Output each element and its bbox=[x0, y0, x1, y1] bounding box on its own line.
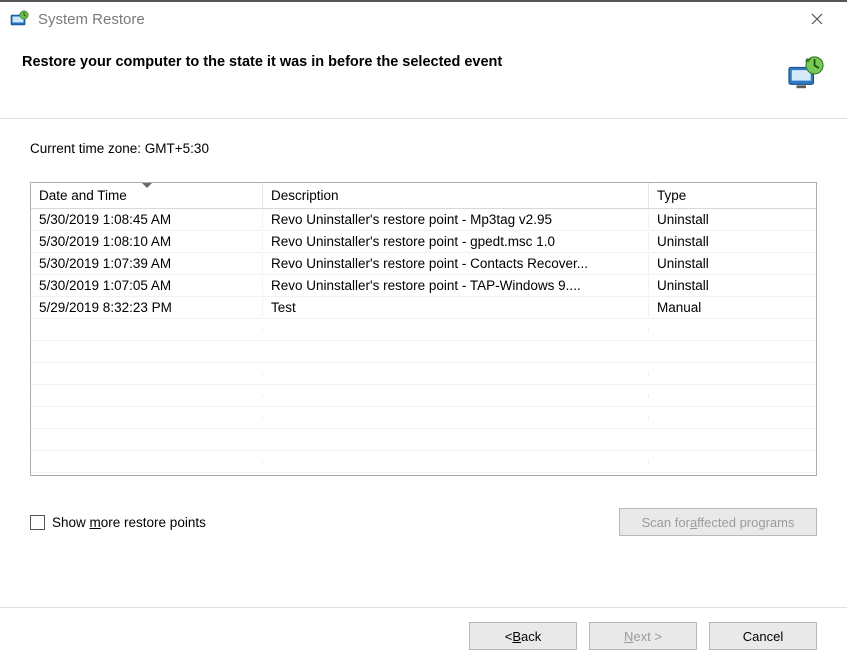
cell-description: Test bbox=[263, 298, 649, 317]
checkbox-box[interactable] bbox=[30, 515, 45, 530]
table-row-empty bbox=[31, 407, 816, 429]
cell-type: Uninstall bbox=[649, 232, 816, 251]
cell-type: Uninstall bbox=[649, 210, 816, 229]
cell-description: Revo Uninstaller's restore point - TAP-W… bbox=[263, 276, 649, 295]
table-row-empty bbox=[31, 451, 816, 473]
table-row[interactable]: 5/30/2019 1:08:45 AMRevo Uninstaller's r… bbox=[31, 209, 816, 231]
table-row-empty bbox=[31, 363, 816, 385]
below-table-row: Show more restore points Scan for affect… bbox=[30, 508, 817, 536]
table-row[interactable]: 5/30/2019 1:07:05 AMRevo Uninstaller's r… bbox=[31, 275, 816, 297]
header-area: Restore your computer to the state it wa… bbox=[0, 36, 847, 118]
page-heading: Restore your computer to the state it wa… bbox=[22, 54, 502, 70]
show-more-checkbox[interactable]: Show more restore points bbox=[30, 515, 206, 530]
timezone-label: Current time zone: GMT+5:30 bbox=[30, 141, 817, 156]
cell-date: 5/30/2019 1:07:05 AM bbox=[31, 276, 263, 295]
column-header-description[interactable]: Description bbox=[263, 183, 649, 208]
table-header-row: Date and Time Description Type bbox=[31, 183, 816, 209]
cell-type: Uninstall bbox=[649, 276, 816, 295]
back-button[interactable]: < Back bbox=[469, 622, 577, 650]
cell-date: 5/30/2019 1:07:39 AM bbox=[31, 254, 263, 273]
close-button[interactable] bbox=[797, 5, 837, 33]
next-button[interactable]: Next > bbox=[589, 622, 697, 650]
restore-header-icon bbox=[787, 54, 825, 92]
checkbox-label: Show more restore points bbox=[52, 515, 206, 530]
table-row-empty bbox=[31, 319, 816, 341]
wizard-footer: < Back Next > Cancel bbox=[0, 607, 847, 672]
cell-type: Manual bbox=[649, 298, 816, 317]
table-row[interactable]: 5/30/2019 1:08:10 AMRevo Uninstaller's r… bbox=[31, 231, 816, 253]
window-title: System Restore bbox=[38, 11, 797, 28]
app-icon bbox=[10, 9, 30, 29]
content-area: Current time zone: GMT+5:30 Date and Tim… bbox=[0, 119, 847, 607]
title-bar: System Restore bbox=[0, 0, 847, 36]
cancel-button[interactable]: Cancel bbox=[709, 622, 817, 650]
scan-affected-programs-button[interactable]: Scan for affected programs bbox=[619, 508, 817, 536]
table-body: 5/30/2019 1:08:45 AMRevo Uninstaller's r… bbox=[31, 209, 816, 475]
cell-date: 5/30/2019 1:08:45 AM bbox=[31, 210, 263, 229]
table-row[interactable]: 5/29/2019 8:32:23 PMTestManual bbox=[31, 297, 816, 319]
cell-description: Revo Uninstaller's restore point - Mp3ta… bbox=[263, 210, 649, 229]
table-row-empty bbox=[31, 429, 816, 451]
cell-date: 5/29/2019 8:32:23 PM bbox=[31, 298, 263, 317]
table-row-empty bbox=[31, 341, 816, 363]
cell-description: Revo Uninstaller's restore point - Conta… bbox=[263, 254, 649, 273]
cell-description: Revo Uninstaller's restore point - gpedt… bbox=[263, 232, 649, 251]
restore-points-table[interactable]: Date and Time Description Type 5/30/2019… bbox=[30, 182, 817, 476]
cell-date: 5/30/2019 1:08:10 AM bbox=[31, 232, 263, 251]
column-header-date[interactable]: Date and Time bbox=[31, 183, 263, 208]
table-row-empty bbox=[31, 385, 816, 407]
column-header-type[interactable]: Type bbox=[649, 183, 816, 208]
cell-type: Uninstall bbox=[649, 254, 816, 273]
table-row[interactable]: 5/30/2019 1:07:39 AMRevo Uninstaller's r… bbox=[31, 253, 816, 275]
